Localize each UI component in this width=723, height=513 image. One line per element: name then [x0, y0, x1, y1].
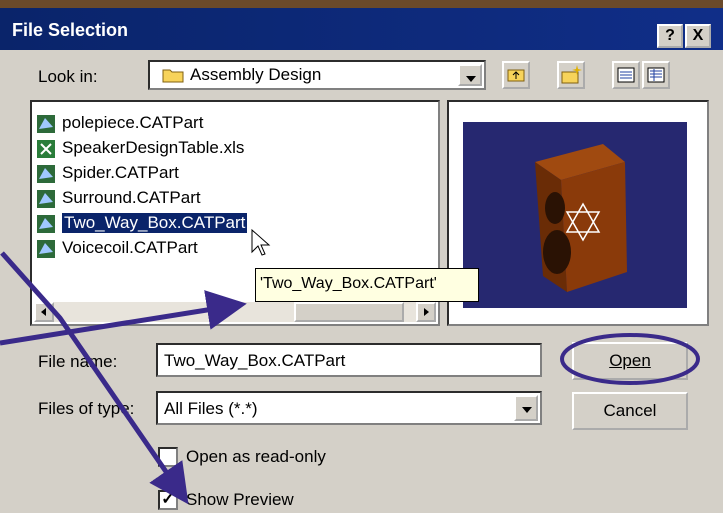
- scroll-right-button[interactable]: [416, 302, 436, 322]
- file-item-label: SpeakerDesignTable.xls: [62, 138, 245, 157]
- file-item[interactable]: Spider.CATPart: [34, 162, 434, 186]
- arrow-left-icon: [41, 308, 46, 316]
- files-of-type-combo[interactable]: All Files (*.*): [156, 391, 542, 425]
- close-button[interactable]: X: [685, 24, 711, 48]
- file-name-input[interactable]: Two_Way_Box.CATPart: [156, 343, 542, 377]
- list-view-button[interactable]: [612, 61, 640, 89]
- speaker-box-preview: [535, 144, 627, 292]
- list-view-icon: [617, 67, 635, 83]
- open-button[interactable]: Open: [572, 342, 688, 380]
- folder-icon: [162, 69, 184, 83]
- mouse-cursor-icon: [251, 228, 271, 256]
- file-item[interactable]: polepiece.CATPart: [34, 112, 434, 136]
- file-item-label: Two_Way_Box.CATPart: [62, 213, 248, 233]
- file-item-label: Surround.CATPart: [62, 188, 201, 207]
- preview-image: [463, 122, 687, 308]
- catpart-icon: [37, 215, 55, 233]
- show-preview-checkbox[interactable]: ✓: [158, 490, 178, 510]
- title-bar: File Selection ? X: [0, 8, 723, 50]
- preview-pane: [447, 100, 709, 326]
- details-view-icon: [647, 67, 665, 83]
- help-button[interactable]: ?: [657, 24, 683, 48]
- files-of-type-label: Files of type:: [38, 399, 135, 418]
- file-name-label: File name:: [38, 352, 118, 371]
- new-folder-icon: [561, 65, 582, 84]
- window-title: File Selection: [12, 20, 129, 40]
- excel-icon: [37, 140, 55, 158]
- new-folder-button[interactable]: [557, 61, 585, 89]
- read-only-label: Open as read-only: [186, 447, 326, 466]
- cancel-button[interactable]: Cancel: [572, 392, 688, 430]
- look-in-label: Look in:: [38, 67, 98, 86]
- background-app-strip: [0, 0, 723, 8]
- details-view-button[interactable]: [642, 61, 670, 89]
- files-of-type-value: All Files (*.*): [164, 399, 258, 418]
- chevron-down-icon[interactable]: [458, 64, 482, 86]
- file-item-label: Voicecoil.CATPart: [62, 238, 198, 257]
- look-in-value: Assembly Design: [190, 65, 322, 84]
- catpart-icon: [37, 115, 55, 133]
- file-item[interactable]: SpeakerDesignTable.xls: [34, 137, 434, 161]
- chevron-down-icon[interactable]: [514, 395, 538, 421]
- file-item-label: Spider.CATPart: [62, 163, 179, 182]
- up-folder-button[interactable]: [502, 61, 530, 89]
- file-selection-dialog: File Selection ? X Look in: Assembly Des…: [0, 0, 723, 513]
- scrollbar-thumb[interactable]: [294, 302, 404, 322]
- horizontal-scrollbar[interactable]: [34, 302, 436, 322]
- look-in-combo[interactable]: Assembly Design: [148, 60, 486, 90]
- open-button-label: Open: [609, 351, 651, 370]
- file-item-selected[interactable]: Two_Way_Box.CATPart: [34, 212, 434, 236]
- up-folder-icon: [507, 69, 525, 82]
- arrow-right-icon: [424, 308, 429, 316]
- read-only-checkbox[interactable]: [158, 447, 178, 467]
- catpart-icon: [37, 165, 55, 183]
- file-item[interactable]: Voicecoil.CATPart: [34, 237, 434, 261]
- catpart-icon: [37, 190, 55, 208]
- filename-tooltip: 'Two_Way_Box.CATPart': [255, 268, 479, 302]
- show-preview-label: Show Preview: [186, 490, 294, 509]
- scroll-left-button[interactable]: [34, 302, 54, 322]
- catpart-icon: [37, 240, 55, 258]
- file-item-label: polepiece.CATPart: [62, 113, 204, 132]
- file-item[interactable]: Surround.CATPart: [34, 187, 434, 211]
